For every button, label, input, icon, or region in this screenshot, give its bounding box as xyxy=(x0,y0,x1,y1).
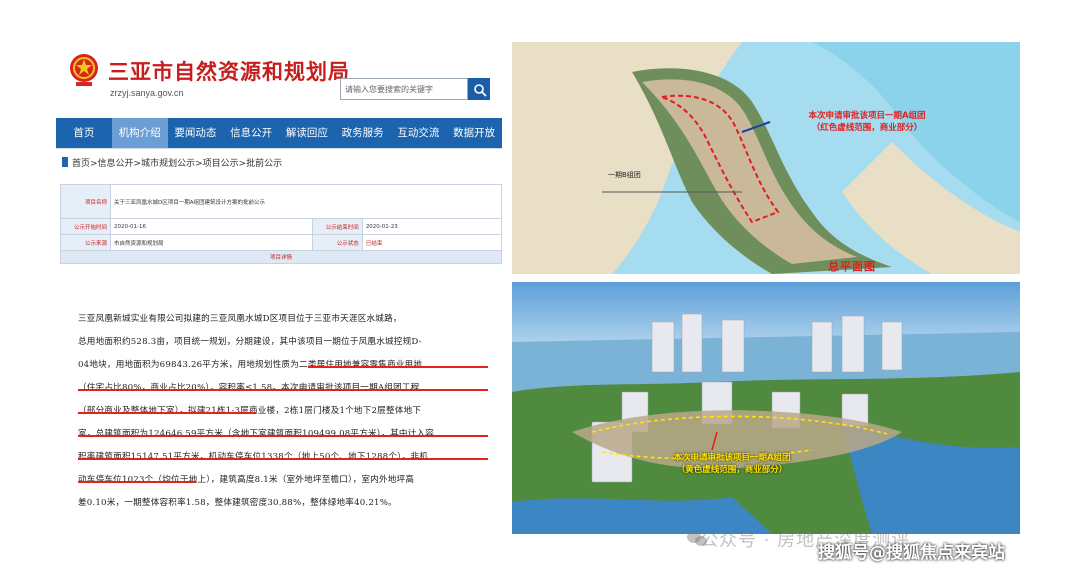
search-button[interactable] xyxy=(468,78,490,100)
nav-item-home[interactable]: 首页 xyxy=(56,118,112,148)
highlight-underline xyxy=(78,389,488,391)
zone-label: 一期B组团 xyxy=(608,171,641,179)
aerial-rendering-drawing xyxy=(512,282,1020,534)
nav-item-interaction[interactable]: 互动交流 xyxy=(391,118,447,148)
table-label: 公示开始时间 xyxy=(60,218,111,235)
plan-caption: 本次申请审批该项目一期A组团 （红色虚线范围，商业部分） xyxy=(772,110,962,134)
end-date-value: 2020-01-23 xyxy=(361,218,503,235)
search-icon xyxy=(474,84,487,97)
highlight-underline xyxy=(78,458,488,460)
divider xyxy=(56,148,502,149)
national-emblem-icon xyxy=(70,54,98,86)
table-label: 公示结束时间 xyxy=(311,218,363,235)
project-name-value: 关于三亚凤凰水城D区项目一期A组团建筑设计方案的批前公示 xyxy=(110,184,502,219)
gov-page-screenshot: 三亚市自然资源和规划局 zrzyj.sanya.gov.cn 请输入您要搜索的关… xyxy=(56,42,503,552)
nav-item-interpretation[interactable]: 解读回应 xyxy=(279,118,335,148)
nav-item-open-data[interactable]: 数据开放 xyxy=(446,118,502,148)
nav-item-about[interactable]: 机构介绍 xyxy=(111,118,168,148)
table-row: 公示开始时间 2020-01-16 公示结束时间 2020-01-23 xyxy=(60,218,503,235)
highlight-underline xyxy=(78,481,196,483)
search-input[interactable]: 请输入您要搜索的关键字 xyxy=(340,78,468,100)
sohu-watermark: 搜狐号@搜狐焦点来宾站 xyxy=(818,543,1005,563)
aerial-rendering-image: 本次申请审批该项目一期A组团 （黄色虚线范围，商业部分） xyxy=(512,282,1020,534)
breadcrumb-text[interactable]: 首页>信息公开>城市规划公示>项目公示>批前公示 xyxy=(72,159,282,169)
table-row: 公示来源 市自然资源和规划局 公示状态 已结束 xyxy=(60,234,503,251)
source-value: 市自然资源和规划局 xyxy=(110,234,313,251)
breadcrumb-marker-icon xyxy=(62,157,68,167)
body-line: 总用地面积约528.3亩，项目统一规划，分期建设，其中该项目一期位于凤凰水城控规… xyxy=(78,337,422,347)
body-line: 三亚凤凰新城实业有限公司拟建的三亚凤凰水城D区项目位于三亚市天涯区水城路， xyxy=(78,314,402,324)
status-value: 已结束 xyxy=(361,234,503,251)
body-line: 差0.10米，一期整体容积率1.58，整体建筑密度30.88%，整体绿地率40.… xyxy=(78,498,397,508)
master-plan-image: 一期B组团 本次申请审批该项目一期A组团 （红色虚线范围，商业部分） 总平面图 xyxy=(512,42,1020,274)
table-label: 公示状态 xyxy=(311,234,363,251)
main-nav: 首页 机构介绍 要闻动态 信息公开 解读回应 政务服务 互动交流 数据开放 xyxy=(56,118,502,148)
table-row: 项目名称 关于三亚凤凰水城D区项目一期A组团建筑设计方案的批前公示 xyxy=(60,184,502,219)
nav-item-disclosure[interactable]: 信息公开 xyxy=(223,118,279,148)
table-label: 项目名称 xyxy=(60,184,111,219)
table-row: 项目详情 xyxy=(60,250,502,264)
aerial-caption-line: （黄色虚线范围，商业部分） xyxy=(676,465,788,475)
start-date-value: 2020-01-16 xyxy=(110,218,313,235)
site-header: 三亚市自然资源和规划局 zrzyj.sanya.gov.cn 请输入您要搜索的关… xyxy=(56,42,502,114)
nav-item-news[interactable]: 要闻动态 xyxy=(168,118,224,148)
master-plan-drawing xyxy=(512,42,1020,274)
site-title[interactable]: 三亚市自然资源和规划局 xyxy=(108,56,350,86)
aerial-caption: 本次申请审批该项目一期A组团 （黄色虚线范围，商业部分） xyxy=(634,452,830,476)
site-domain: zrzyj.sanya.gov.cn xyxy=(110,88,184,98)
project-detail-header: 项目详情 xyxy=(60,250,502,264)
notice-info-table: 项目名称 关于三亚凤凰水城D区项目一期A组团建筑设计方案的批前公示 公示开始时间… xyxy=(60,184,503,264)
highlight-underline xyxy=(308,366,488,368)
plan-title: 总平面图 xyxy=(828,260,876,273)
plan-caption-line: 本次申请审批该项目一期A组团 xyxy=(808,111,926,121)
aerial-caption-line: 本次申请审批该项目一期A组团 xyxy=(673,453,791,463)
plan-caption-line: （红色虚线范围，商业部分） xyxy=(811,123,923,133)
nav-item-services[interactable]: 政务服务 xyxy=(335,118,391,148)
highlight-underline xyxy=(78,412,256,414)
table-label: 公示来源 xyxy=(60,234,111,251)
highlight-underline xyxy=(78,435,488,437)
breadcrumb[interactable]: 首页>信息公开>城市规划公示>项目公示>批前公示 xyxy=(62,156,282,169)
